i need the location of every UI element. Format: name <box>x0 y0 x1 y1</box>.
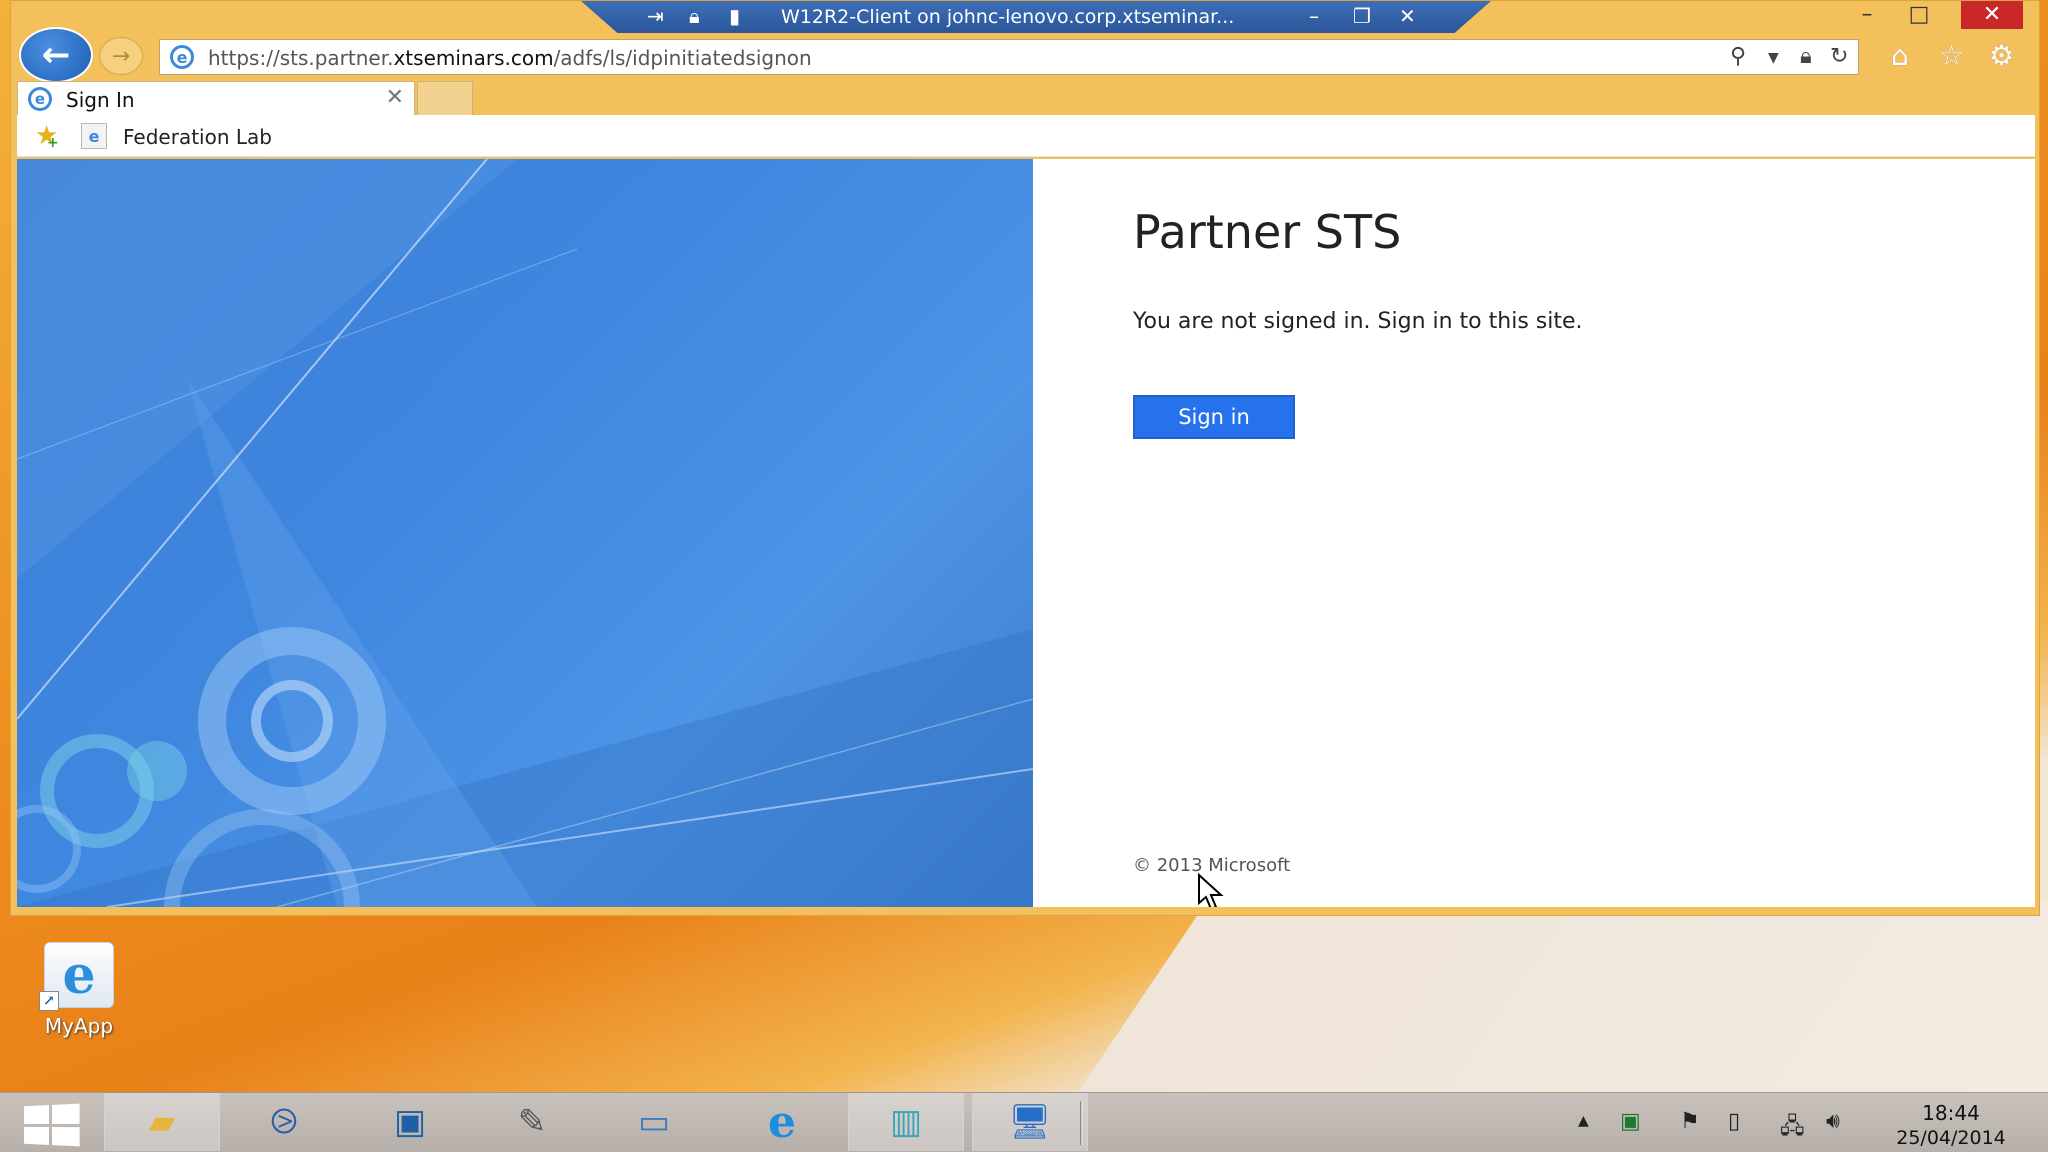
action-center-flag-icon[interactable]: ⚑ <box>1680 1109 1700 1134</box>
taskbar: ▰ ⧁ ▣ ✎ ▭ e ▥ 🖥︎ ▲ ▣ ⚑ ▯ 🖧︎ 🔊︎ 18:44 25/… <box>0 1092 2048 1152</box>
window-minimize-button[interactable]: – <box>1841 1 1893 29</box>
address-bar[interactable]: e https://sts.partner.xtseminars.com/adf… <box>159 39 1859 75</box>
shortcut-arrow-icon: ↗ <box>39 991 59 1011</box>
taskbar-remote-desktop-icon[interactable]: 🖥︎ <box>972 1093 1088 1151</box>
page-title: Partner STS <box>1133 205 1402 259</box>
dropdown-icon[interactable]: ▼ <box>1768 50 1779 66</box>
url-prefix: https://sts.partner. <box>208 46 394 70</box>
taskbar-console-icon[interactable]: ▭ <box>596 1093 712 1151</box>
window-titlebar[interactable]: ⇥ 🔒︎ ▮ W12R2-Client on johnc-lenovo.corp… <box>11 1 2039 33</box>
lock-icon: 🔒︎ <box>689 4 700 28</box>
desktop-wallpaper-shape <box>1032 900 2048 1092</box>
forward-button[interactable]: → <box>99 37 143 75</box>
home-icon[interactable]: ⌂ <box>1891 39 1909 72</box>
system-clock[interactable]: 18:44 25/04/2014 <box>1876 1101 2026 1149</box>
show-hidden-icons-chevron-icon[interactable]: ▲ <box>1578 1113 1589 1129</box>
favorites-bar: ★ + e Federation Lab <box>17 115 2035 157</box>
lock-icon[interactable]: 🔒︎ <box>1800 44 1812 69</box>
pin-icon[interactable]: ⇥ <box>647 4 664 28</box>
signal-strength-icon[interactable]: ▮ <box>729 4 740 28</box>
sign-in-button[interactable]: Sign in <box>1133 395 1295 439</box>
desktop-icon-label: MyApp <box>44 1014 114 1038</box>
remote-session-title: W12R2-Client on johnc-lenovo.corp.xtsemi… <box>781 6 1235 28</box>
window-maximize-button[interactable]: □ <box>1893 1 1945 29</box>
mouse-cursor-icon <box>1198 873 1224 907</box>
illustration-panel <box>17 159 1033 907</box>
power-icon[interactable]: ▯ <box>1728 1109 1740 1134</box>
taskbar-internet-explorer-icon[interactable]: e <box>724 1093 840 1151</box>
taskbar-divider <box>1080 1101 1083 1145</box>
favorite-link-icon: e <box>81 123 107 149</box>
taskbar-admin-tool-icon[interactable]: ✎ <box>474 1093 590 1151</box>
sign-in-message: You are not signed in. Sign in to this s… <box>1133 309 1583 334</box>
clock-time: 18:44 <box>1922 1101 1980 1125</box>
url-path: /adfs/ls/idpinitiatedsignon <box>553 46 812 70</box>
page-ie-icon: e <box>170 45 194 69</box>
favorite-link-federation-lab[interactable]: Federation Lab <box>123 125 272 149</box>
remote-connection-bar[interactable]: ⇥ 🔒︎ ▮ W12R2-Client on johnc-lenovo.corp… <box>581 1 1491 33</box>
tab-close-icon[interactable]: ✕ <box>386 85 404 110</box>
close-icon[interactable]: ✕ <box>1399 4 1416 28</box>
internet-explorer-icon: e ↗ <box>39 942 114 1011</box>
network-icon[interactable]: 🖧︎ <box>1780 1109 1805 1147</box>
back-button[interactable]: ← <box>19 27 93 83</box>
browser-window: ⇥ 🔒︎ ▮ W12R2-Client on johnc-lenovo.corp… <box>10 0 2040 916</box>
taskbar-cluster-manager-icon[interactable]: ▥ <box>848 1093 964 1151</box>
minimize-icon[interactable]: – <box>1309 4 1319 28</box>
search-icon[interactable]: ⚲ <box>1730 44 1746 69</box>
url-text[interactable]: https://sts.partner.xtseminars.com/adfs/… <box>208 46 812 70</box>
window-close-button[interactable]: ✕ <box>1961 1 2023 29</box>
tab-label: Sign In <box>66 88 135 112</box>
taskbar-server-manager-icon[interactable]: ▣ <box>352 1093 468 1151</box>
favorites-star-icon[interactable]: ☆ <box>1939 39 1964 72</box>
volume-icon[interactable]: 🔊︎ <box>1826 1109 1840 1134</box>
page-content: Partner STS You are not signed in. Sign … <box>17 159 2035 907</box>
restore-icon[interactable]: ❐ <box>1353 4 1371 28</box>
refresh-icon[interactable]: ↻ <box>1830 44 1848 69</box>
taskbar-file-explorer-icon[interactable]: ▰ <box>104 1093 220 1151</box>
taskbar-powershell-icon[interactable]: ⧁ <box>226 1093 342 1151</box>
tab-ie-icon: e <box>28 87 52 111</box>
add-arrow-icon: + <box>47 135 59 151</box>
clock-date: 25/04/2014 <box>1896 1127 2006 1149</box>
new-tab-button[interactable] <box>417 81 473 115</box>
tray-app-icon[interactable]: ▣ <box>1620 1109 1641 1134</box>
settings-gear-icon[interactable]: ⚙ <box>1989 39 2014 72</box>
url-domain: xtseminars.com <box>393 46 554 70</box>
desktop-icon-myapp[interactable]: e ↗ MyApp <box>20 942 138 1052</box>
illustration-graphic <box>17 159 1033 907</box>
tab-sign-in[interactable]: e Sign In ✕ <box>17 81 415 115</box>
start-button[interactable] <box>23 1103 80 1147</box>
sign-in-form-pane: Partner STS You are not signed in. Sign … <box>1033 159 2035 907</box>
